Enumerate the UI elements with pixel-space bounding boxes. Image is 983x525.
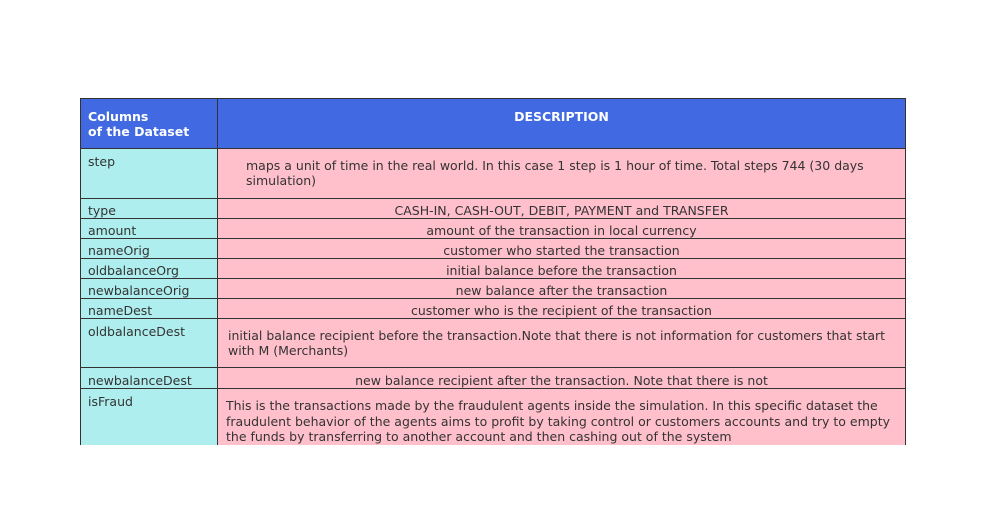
table-row: oldbalanceDest initial balance recipient… bbox=[80, 318, 905, 368]
table-row: oldbalanceOrg initial balance before the… bbox=[80, 258, 905, 279]
column-description-cell: new balance recipient after the transact… bbox=[217, 367, 905, 389]
column-description-cell: initial balance recipient before the tra… bbox=[217, 318, 905, 368]
header-row: Columns of the Dataset DESCRIPTION bbox=[80, 98, 905, 149]
column-description-cell: This is the transactions made by the fra… bbox=[217, 388, 905, 445]
column-name-cell: newbalanceDest bbox=[80, 367, 218, 389]
column-name-cell: nameOrig bbox=[80, 238, 218, 259]
column-description-cell: customer who started the transaction bbox=[217, 238, 905, 259]
table-row: amount amount of the transaction in loca… bbox=[80, 218, 905, 239]
column-name-cell: type bbox=[80, 198, 218, 219]
table-row: newbalanceOrig new balance after the tra… bbox=[80, 278, 905, 299]
column-description-cell: customer who is the recipient of the tra… bbox=[217, 298, 905, 319]
dataset-columns-table: Columns of the Dataset DESCRIPTION step … bbox=[80, 98, 905, 445]
column-description-cell: CASH-IN, CASH-OUT, DEBIT, PAYMENT and TR… bbox=[217, 198, 905, 219]
header-columns-line1: Columns bbox=[88, 109, 149, 124]
column-description-cell: initial balance before the transaction bbox=[217, 258, 905, 279]
table-row: nameDest customer who is the recipient o… bbox=[80, 298, 905, 319]
table-row: type CASH-IN, CASH-OUT, DEBIT, PAYMENT a… bbox=[80, 198, 905, 219]
column-name-cell: isFraud bbox=[80, 388, 218, 445]
table-body: step maps a unit of time in the real wor… bbox=[80, 148, 905, 445]
column-description-cell: amount of the transaction in local curre… bbox=[217, 218, 905, 239]
header-columns-cell: Columns of the Dataset bbox=[80, 98, 218, 149]
header-description-cell: DESCRIPTION bbox=[217, 98, 905, 149]
table-row: step maps a unit of time in the real wor… bbox=[80, 148, 905, 199]
table-row: nameOrig customer who started the transa… bbox=[80, 238, 905, 259]
column-description-cell: maps a unit of time in the real world. I… bbox=[217, 148, 905, 199]
column-name-cell: step bbox=[80, 148, 218, 199]
column-name-cell: nameDest bbox=[80, 298, 218, 319]
dataset-columns-table-container: Columns of the Dataset DESCRIPTION step … bbox=[80, 98, 906, 445]
table-row: isFraud This is the transactions made by… bbox=[80, 388, 905, 445]
column-name-cell: oldbalanceOrg bbox=[80, 258, 218, 279]
column-name-cell: oldbalanceDest bbox=[80, 318, 218, 368]
table-header: Columns of the Dataset DESCRIPTION bbox=[80, 98, 905, 149]
column-description-cell: new balance after the transaction bbox=[217, 278, 905, 299]
column-name-cell: newbalanceOrig bbox=[80, 278, 218, 299]
header-columns-line2: of the Dataset bbox=[88, 124, 190, 139]
column-name-cell: amount bbox=[80, 218, 218, 239]
table-row: newbalanceDest new balance recipient aft… bbox=[80, 367, 905, 389]
